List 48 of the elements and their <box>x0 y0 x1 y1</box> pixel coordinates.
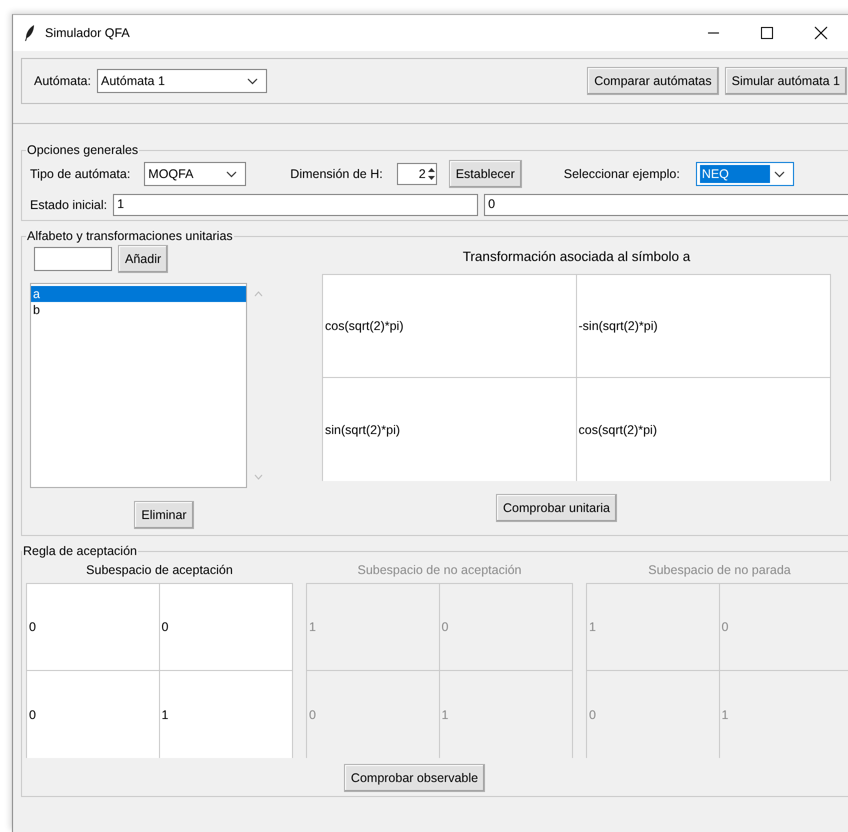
matrix-cell[interactable]: 1 <box>160 671 292 758</box>
automaton-type-dropdown[interactable]: MOQFA <box>144 162 246 186</box>
initial-state-field[interactable]: 0 <box>484 194 848 216</box>
matrix-cell[interactable]: sin(sqrt(2)*pi) <box>323 378 576 481</box>
subspace-title: Subespacio de no aceptación <box>356 563 522 577</box>
matrix-title: Transformación asociada al símbolo a <box>462 249 692 264</box>
add-button[interactable]: Añadir <box>118 245 168 273</box>
example-dropdown[interactable]: NEQ <box>696 162 794 186</box>
delete-button[interactable]: Eliminar <box>134 501 194 529</box>
matrix-cell-text: 1 <box>720 706 730 724</box>
group-title: Opciones generales <box>26 143 140 157</box>
matrix-cell: 0 <box>307 671 440 758</box>
feather-icon <box>25 25 35 41</box>
matrix-cell[interactable]: 0 <box>160 584 292 671</box>
matrix-cell[interactable]: cos(sqrt(2)*pi) <box>323 275 576 378</box>
subspace-title: Subespacio de no parada <box>647 563 792 577</box>
check-observable-button[interactable]: Comprobar observable <box>344 764 486 792</box>
symbol-input-field[interactable] <box>34 247 112 271</box>
matrix-cell: 0 <box>587 671 720 758</box>
example-label: Seleccionar ejemplo: <box>564 167 680 181</box>
symbol-list-item[interactable]: b <box>31 302 246 318</box>
symbol-listbox[interactable]: a b <box>30 283 247 488</box>
matrix-cell[interactable]: 0 <box>27 584 160 671</box>
initial-state-field[interactable]: 1 <box>113 194 478 216</box>
group-title: Regla de aceptación <box>22 544 138 558</box>
dimension-spinbox[interactable]: 2 <box>396 163 437 185</box>
matrix-cell: 1 <box>307 584 440 671</box>
matrix-cell: 0 <box>720 584 848 671</box>
set-button[interactable]: Establecer <box>448 160 522 188</box>
check-unitary-button[interactable]: Comprobar unitaria <box>496 494 617 522</box>
automaton-type-label: Tipo de autómata: <box>30 167 130 181</box>
matrix-cell[interactable]: 0 <box>27 671 160 758</box>
matrix-cell[interactable]: -sin(sqrt(2)*pi) <box>576 275 830 378</box>
matrix-cell[interactable]: cos(sqrt(2)*pi) <box>576 378 830 481</box>
initial-state-label: Estado inicial: <box>30 198 108 212</box>
subspace-title: Subespacio de aceptación <box>85 563 234 577</box>
matrix-cell: 0 <box>440 584 572 671</box>
toolbar-button[interactable]: Simular autómata 1 <box>724 67 847 95</box>
automaton-dropdown[interactable]: Autómata 1 <box>96 69 267 93</box>
toolbar-button[interactable]: Comparar autómatas <box>587 67 719 95</box>
group-title: Alfabeto y transformaciones unitarias <box>26 229 234 243</box>
matrix-cell: 1 <box>587 584 720 671</box>
dimension-label: Dimensión de H: <box>290 167 383 181</box>
matrix-cell-text: 1 <box>440 706 450 724</box>
window-title: Simulador QFA <box>45 26 131 40</box>
automaton-label: Autómata: <box>34 74 91 88</box>
symbol-list-item[interactable]: a <box>31 286 246 302</box>
spin-arrows-icon[interactable] <box>426 166 436 182</box>
